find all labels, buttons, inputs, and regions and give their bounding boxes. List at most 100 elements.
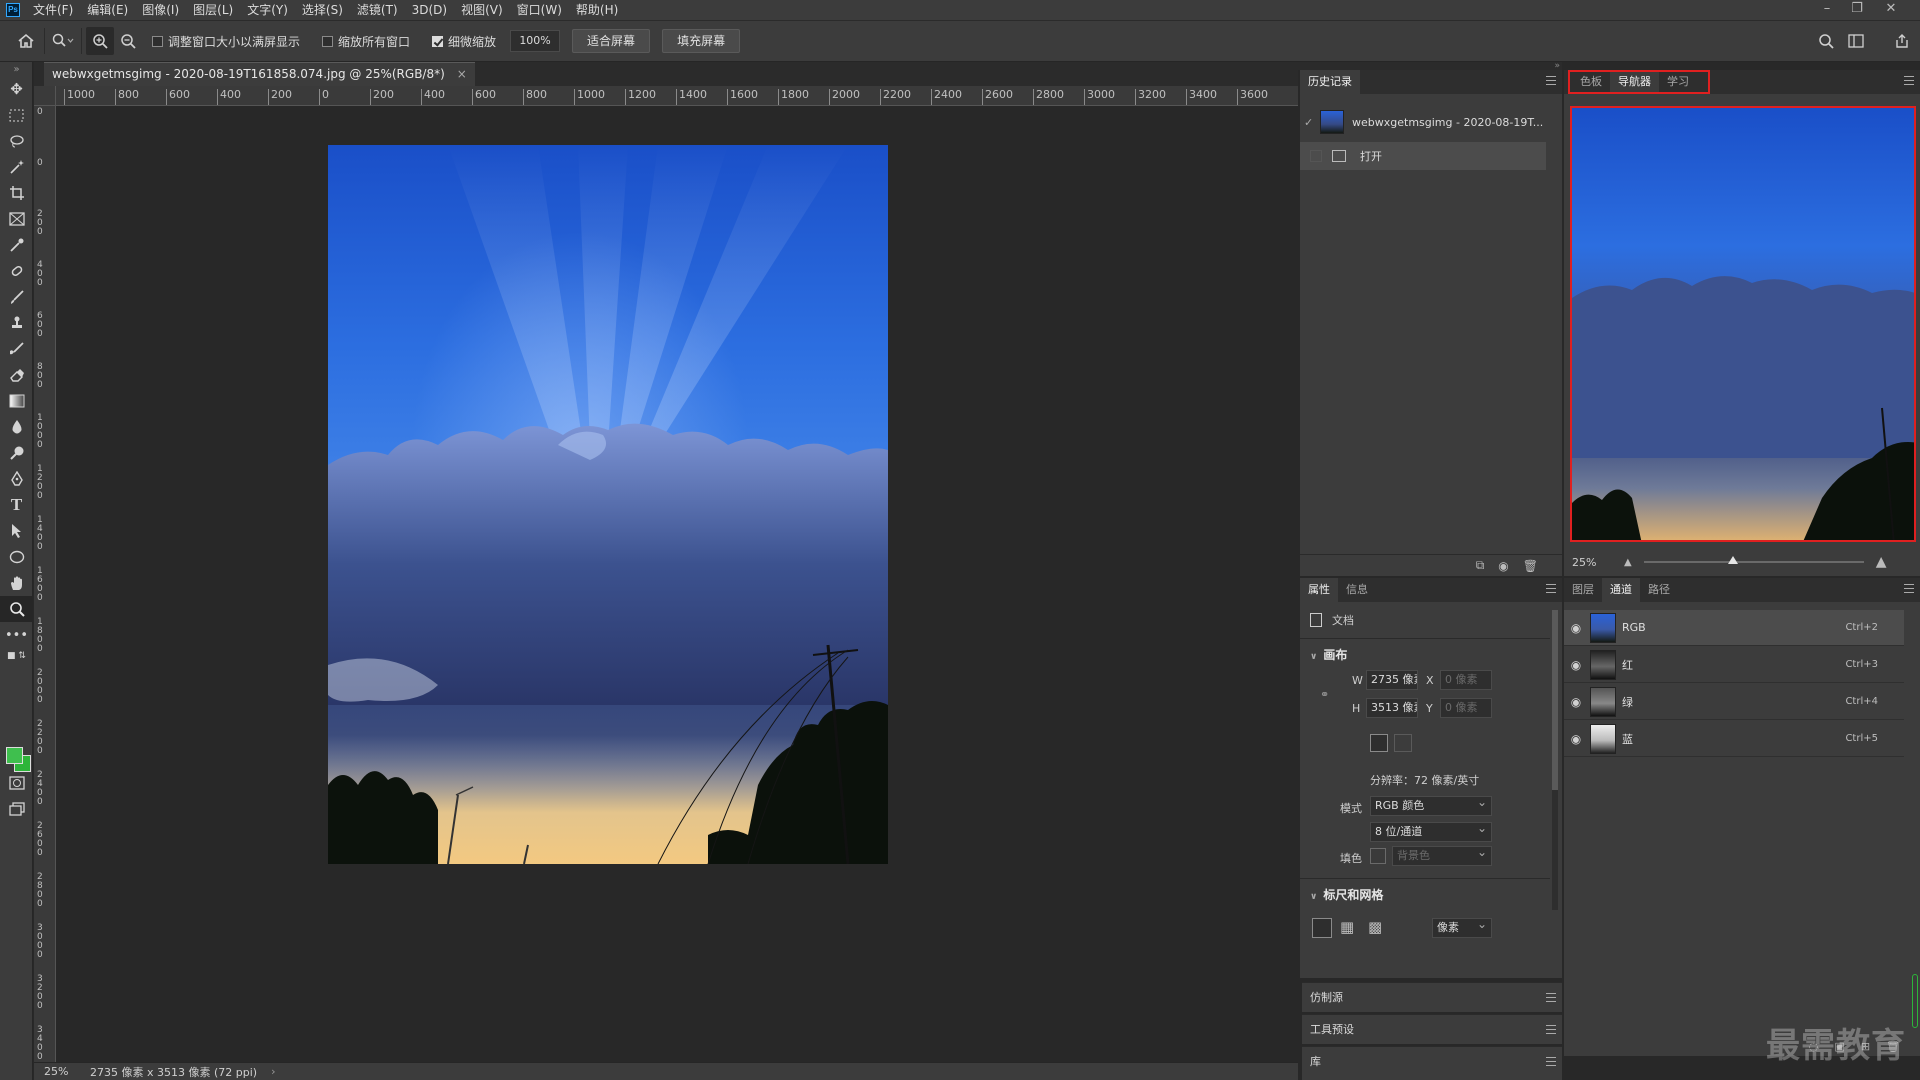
zoom-out-mountain-icon[interactable]: ▲ xyxy=(1624,557,1632,568)
marquee-tool-icon[interactable] xyxy=(0,102,33,128)
new-document-from-state-icon[interactable]: ⧉ xyxy=(1476,558,1485,573)
zoom-all-checkbox[interactable]: 缩放所有窗口 xyxy=(322,33,410,50)
zoom-in-mountain-icon[interactable]: ▲ xyxy=(1876,554,1887,570)
canvas-section-title[interactable]: 画布 xyxy=(1310,646,1347,663)
share-icon[interactable] xyxy=(1888,27,1916,55)
channel-row-blue[interactable]: ◉ 蓝 Ctrl+5 xyxy=(1564,721,1904,757)
move-tool-icon[interactable]: ✥ xyxy=(0,76,33,102)
visibility-eye-icon[interactable]: ◉ xyxy=(1566,658,1586,672)
link-dimensions-icon[interactable]: ⚭ xyxy=(1320,688,1329,701)
tab-layers[interactable]: 图层 xyxy=(1564,578,1602,602)
bit-depth-select[interactable]: 8 位/通道 xyxy=(1370,822,1492,842)
rulers-grids-section-title[interactable]: 标尺和网格 xyxy=(1310,886,1383,903)
panel-menu-icon[interactable] xyxy=(1546,76,1556,85)
search-icon[interactable] xyxy=(1812,27,1840,55)
zoom-in-icon[interactable] xyxy=(86,27,114,55)
tab-channels[interactable]: 通道 xyxy=(1602,578,1640,602)
ruler-unit-select[interactable]: 像素 xyxy=(1432,918,1492,938)
eyedropper-icon[interactable] xyxy=(0,232,33,258)
lasso-tool-icon[interactable] xyxy=(0,128,33,154)
panel-menu-icon[interactable] xyxy=(1904,76,1914,85)
menu-view[interactable]: 视图(V) xyxy=(454,0,510,20)
tab-history[interactable]: 历史记录 xyxy=(1300,70,1360,94)
navigator-preview[interactable] xyxy=(1570,106,1916,542)
gradient-tool-icon[interactable] xyxy=(0,388,33,414)
app-logo[interactable]: Ps xyxy=(6,3,20,17)
menu-edit[interactable]: 编辑(E) xyxy=(80,0,135,20)
close-tab-icon[interactable]: × xyxy=(457,63,467,85)
libraries-panel[interactable]: 库 xyxy=(1302,1046,1562,1080)
visibility-eye-icon[interactable]: ◉ xyxy=(1566,695,1586,709)
history-step-checkbox[interactable] xyxy=(1310,150,1322,162)
history-snapshot[interactable]: ✓ webwxgetmsgimg - 2020-08-19T... xyxy=(1304,108,1550,136)
history-brush-source-icon[interactable]: ✓ xyxy=(1304,116,1320,129)
status-zoom[interactable]: 25% xyxy=(44,1065,80,1078)
color-mode-select[interactable]: RGB 颜色 xyxy=(1370,796,1492,816)
menu-type[interactable]: 文字(Y) xyxy=(240,0,295,20)
channel-row-rgb[interactable]: ◉ RGB Ctrl+2 xyxy=(1564,610,1904,646)
y-input[interactable]: 0 像素 xyxy=(1440,698,1492,718)
type-tool-icon[interactable]: T xyxy=(0,492,33,518)
guides-toggle-icon[interactable]: ▩ xyxy=(1368,918,1382,936)
panel-menu-icon[interactable] xyxy=(1546,1025,1556,1034)
hand-tool-icon[interactable] xyxy=(0,570,33,596)
dodge-tool-icon[interactable] xyxy=(0,440,33,466)
visibility-eye-icon[interactable]: ◉ xyxy=(1566,732,1586,746)
scrubby-zoom-checkbox[interactable]: 细微缩放 xyxy=(432,33,496,50)
foreground-color-swatch[interactable] xyxy=(6,747,23,764)
healing-brush-icon[interactable] xyxy=(0,258,33,284)
zoom-tool-icon[interactable] xyxy=(0,596,33,622)
height-input[interactable]: 3513 像素 xyxy=(1366,698,1418,718)
magic-wand-icon[interactable] xyxy=(0,154,33,180)
channels-scrollbar[interactable] xyxy=(1912,974,1918,1028)
clone-source-panel[interactable]: 仿制源 xyxy=(1302,982,1562,1012)
zoom-slider-handle[interactable] xyxy=(1727,556,1738,564)
panel-menu-icon[interactable] xyxy=(1546,1057,1556,1066)
panel-menu-icon[interactable] xyxy=(1546,584,1556,593)
path-selection-icon[interactable] xyxy=(0,518,33,544)
fill-color-swatch[interactable] xyxy=(1370,848,1386,864)
minimize-icon[interactable]: – xyxy=(1812,0,1842,20)
menu-3d[interactable]: 3D(D) xyxy=(405,0,454,20)
camera-snapshot-icon[interactable]: ◉ xyxy=(1498,559,1508,573)
document-image[interactable] xyxy=(328,145,888,864)
ruler-toggle-icon[interactable] xyxy=(1312,918,1332,938)
brush-tool-icon[interactable] xyxy=(0,284,33,310)
eraser-tool-icon[interactable] xyxy=(0,362,33,388)
width-input[interactable]: 2735 像素 xyxy=(1366,670,1418,690)
ellipse-tool-icon[interactable] xyxy=(0,544,33,570)
panel-collapse-strip[interactable]: » xyxy=(1298,62,1562,71)
checkbox-box[interactable] xyxy=(322,35,334,47)
visibility-eye-icon[interactable]: ◉ xyxy=(1566,621,1586,635)
menu-layer[interactable]: 图层(L) xyxy=(186,0,240,20)
document-tab[interactable]: webwxgetmsgimg - 2020-08-19T161858.074.j… xyxy=(44,62,475,86)
restore-icon[interactable]: ❐ xyxy=(1842,0,1872,20)
portrait-orientation-icon[interactable] xyxy=(1370,734,1388,752)
tab-properties[interactable]: 属性 xyxy=(1300,578,1338,602)
properties-scrollbar[interactable] xyxy=(1552,610,1558,910)
menu-help[interactable]: 帮助(H) xyxy=(569,0,625,20)
zoom-out-icon[interactable] xyxy=(114,27,142,55)
pen-tool-icon[interactable] xyxy=(0,466,33,492)
scrollbar-thumb[interactable] xyxy=(1552,610,1558,790)
navigator-zoom-value[interactable]: 25% xyxy=(1572,556,1612,569)
zoom-slider[interactable] xyxy=(1643,556,1864,564)
checkbox-box[interactable] xyxy=(152,35,163,47)
stamp-tool-icon[interactable] xyxy=(0,310,33,336)
zoom-percent-input[interactable]: 100% xyxy=(510,30,561,52)
quick-mask-icon[interactable] xyxy=(0,770,33,796)
x-input[interactable]: 0 像素 xyxy=(1440,670,1492,690)
menu-select[interactable]: 选择(S) xyxy=(295,0,350,20)
home-icon[interactable] xyxy=(12,27,40,55)
screen-mode-icon[interactable] xyxy=(0,796,33,822)
fit-screen-button[interactable]: 适合屏幕 xyxy=(572,29,651,53)
swap-colors-icon[interactable]: ■ ⇅ xyxy=(0,648,33,664)
vertical-ruler[interactable]: 0 0 200 400 600 800 1000 1200 1400 1600 1800 2000 22… xyxy=(34,106,56,1062)
menu-image[interactable]: 图像(I) xyxy=(135,0,186,20)
fill-screen-button[interactable]: 填充屏幕 xyxy=(662,29,741,53)
trash-icon[interactable]: 🗑 xyxy=(1523,559,1538,573)
channel-row-green[interactable]: ◉ 绿 Ctrl+4 xyxy=(1564,684,1904,720)
menu-file[interactable]: 文件(F) xyxy=(26,0,80,20)
panel-menu-icon[interactable] xyxy=(1904,584,1914,593)
fill-select[interactable]: 背景色 xyxy=(1392,846,1492,866)
